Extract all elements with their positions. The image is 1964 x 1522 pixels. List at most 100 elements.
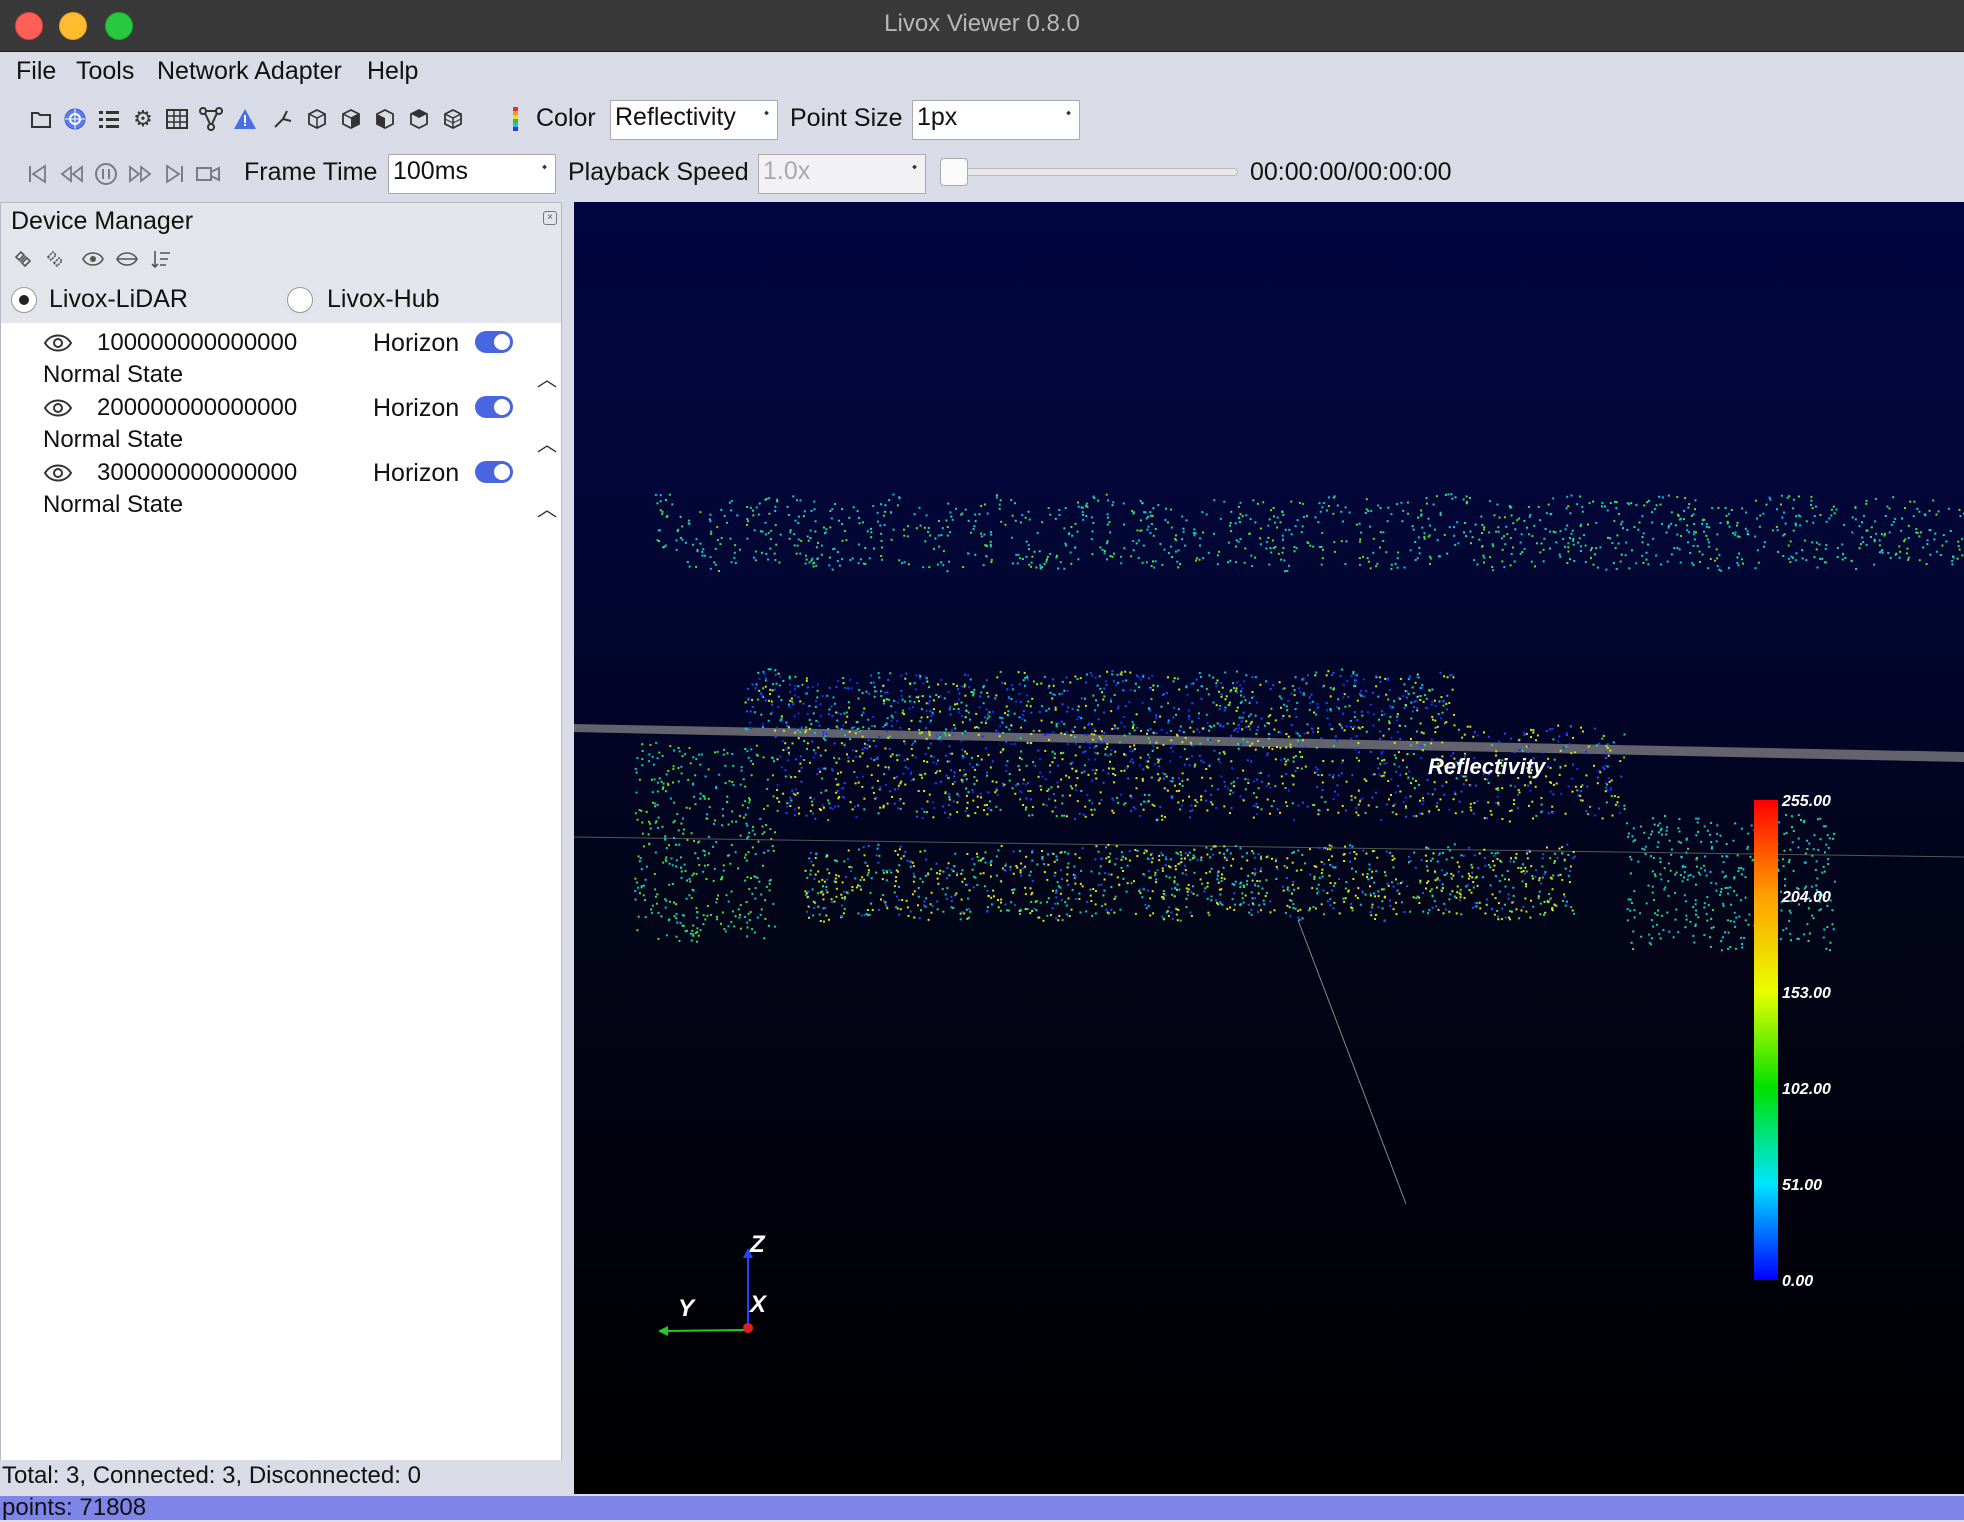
point bbox=[1372, 724, 1375, 727]
color-select[interactable]: Reflectivity ⬩ bbox=[610, 100, 778, 140]
radio-livox-hub[interactable] bbox=[287, 287, 313, 313]
point bbox=[1485, 898, 1488, 901]
point bbox=[1678, 518, 1681, 521]
point bbox=[1682, 518, 1685, 521]
device-row[interactable]: 200000000000000 Horizon Normal State ︿ bbox=[1, 392, 561, 456]
record-icon[interactable] bbox=[194, 160, 222, 188]
playback-speed-select[interactable]: 1.0x ⬩ bbox=[758, 154, 926, 194]
unlink-icon[interactable] bbox=[41, 245, 69, 273]
point bbox=[1535, 814, 1538, 817]
sort-list-icon[interactable] bbox=[147, 245, 175, 273]
panel-splitter[interactable] bbox=[562, 202, 574, 1494]
eye-icon[interactable] bbox=[43, 461, 73, 485]
point bbox=[1054, 708, 1057, 711]
device-enable-toggle[interactable] bbox=[475, 396, 513, 418]
point bbox=[750, 726, 752, 729]
point bbox=[1049, 914, 1052, 917]
eye-icon[interactable] bbox=[43, 331, 73, 355]
eye-icon[interactable] bbox=[43, 396, 73, 420]
point bbox=[1181, 741, 1184, 744]
point bbox=[1201, 776, 1204, 779]
device-row[interactable]: 100000000000000 Horizon Normal State ︿ bbox=[1, 327, 561, 391]
point bbox=[1218, 752, 1221, 755]
playback-slider-track[interactable] bbox=[942, 168, 1238, 176]
menu-file[interactable]: File bbox=[16, 57, 56, 86]
point bbox=[791, 742, 794, 745]
point bbox=[1397, 882, 1400, 885]
point bbox=[856, 510, 859, 513]
list-icon[interactable] bbox=[96, 106, 122, 132]
point bbox=[816, 683, 819, 686]
point bbox=[799, 552, 802, 555]
device-enable-toggle[interactable] bbox=[475, 331, 513, 353]
point bbox=[1776, 529, 1779, 532]
gear-icon[interactable]: ⚙ bbox=[130, 106, 156, 132]
lidar-icon[interactable] bbox=[62, 106, 88, 132]
point bbox=[751, 683, 754, 686]
point bbox=[1067, 862, 1070, 865]
point bbox=[896, 504, 899, 507]
point bbox=[963, 877, 966, 880]
point bbox=[911, 861, 914, 864]
chevron-up-icon[interactable]: ︿ bbox=[537, 428, 557, 457]
fast-forward-icon[interactable] bbox=[126, 160, 154, 188]
point bbox=[739, 783, 742, 786]
point bbox=[1291, 685, 1294, 687]
radio-livox-lidar[interactable] bbox=[11, 287, 37, 313]
point bbox=[867, 739, 870, 742]
point bbox=[1178, 783, 1181, 785]
warning-icon[interactable] bbox=[232, 106, 258, 132]
point bbox=[1429, 524, 1431, 527]
eye-icon[interactable] bbox=[79, 245, 107, 273]
device-enable-toggle[interactable] bbox=[475, 461, 513, 483]
rewind-icon[interactable] bbox=[58, 160, 86, 188]
table-icon[interactable] bbox=[164, 106, 190, 132]
point-size-select[interactable]: 1px ⬩ bbox=[912, 100, 1080, 140]
skip-start-icon[interactable] bbox=[24, 160, 52, 188]
menu-help[interactable]: Help bbox=[367, 57, 418, 86]
point bbox=[1294, 708, 1297, 711]
point bbox=[1080, 771, 1083, 774]
menu-tools[interactable]: Tools bbox=[76, 57, 134, 86]
point bbox=[1143, 793, 1146, 796]
chevron-up-icon[interactable]: ︿ bbox=[537, 363, 557, 392]
eye-off-icon[interactable] bbox=[113, 245, 141, 273]
cube-top-icon[interactable] bbox=[372, 106, 398, 132]
device-row[interactable]: 300000000000000 Horizon Normal State ︿ bbox=[1, 457, 561, 521]
pause-icon[interactable] bbox=[92, 160, 120, 188]
frame-time-select[interactable]: 100ms ⬩ bbox=[388, 154, 556, 194]
cube-front-icon[interactable] bbox=[304, 106, 330, 132]
point bbox=[1512, 886, 1515, 889]
cube-side-icon[interactable] bbox=[338, 106, 364, 132]
point bbox=[1155, 714, 1158, 717]
close-icon[interactable]: × bbox=[543, 211, 557, 225]
point bbox=[1044, 778, 1047, 781]
network-icon[interactable] bbox=[198, 106, 224, 132]
playback-slider-handle[interactable] bbox=[940, 158, 968, 186]
point bbox=[1443, 874, 1446, 876]
point bbox=[1828, 517, 1831, 520]
chevron-up-icon[interactable]: ︿ bbox=[537, 493, 557, 522]
cube-iso-icon[interactable] bbox=[406, 106, 432, 132]
skip-end-icon[interactable] bbox=[160, 160, 188, 188]
point bbox=[1184, 736, 1187, 739]
point bbox=[857, 912, 860, 915]
point bbox=[1018, 909, 1021, 912]
folder-icon[interactable] bbox=[28, 106, 54, 132]
link-icon[interactable] bbox=[9, 245, 37, 273]
point-cloud-viewport[interactable]: Reflectivity 255.00 204.00 153.00 102.00 51.… bbox=[574, 202, 1964, 1494]
point bbox=[1509, 910, 1511, 913]
point bbox=[876, 847, 879, 850]
point bbox=[1155, 818, 1158, 821]
point bbox=[1239, 521, 1241, 523]
menu-network-adapter[interactable]: Network Adapter bbox=[157, 57, 342, 86]
point bbox=[1202, 531, 1204, 534]
point bbox=[699, 929, 702, 932]
point bbox=[973, 688, 976, 691]
point bbox=[1249, 744, 1252, 747]
point bbox=[1248, 715, 1250, 718]
point-cloud-canvas[interactable]: Reflectivity 255.00204.00153.00102.0051.… bbox=[574, 202, 1964, 1494]
tool-icon[interactable] bbox=[270, 106, 296, 132]
cube-back-icon[interactable] bbox=[440, 106, 466, 132]
point bbox=[1173, 706, 1176, 709]
